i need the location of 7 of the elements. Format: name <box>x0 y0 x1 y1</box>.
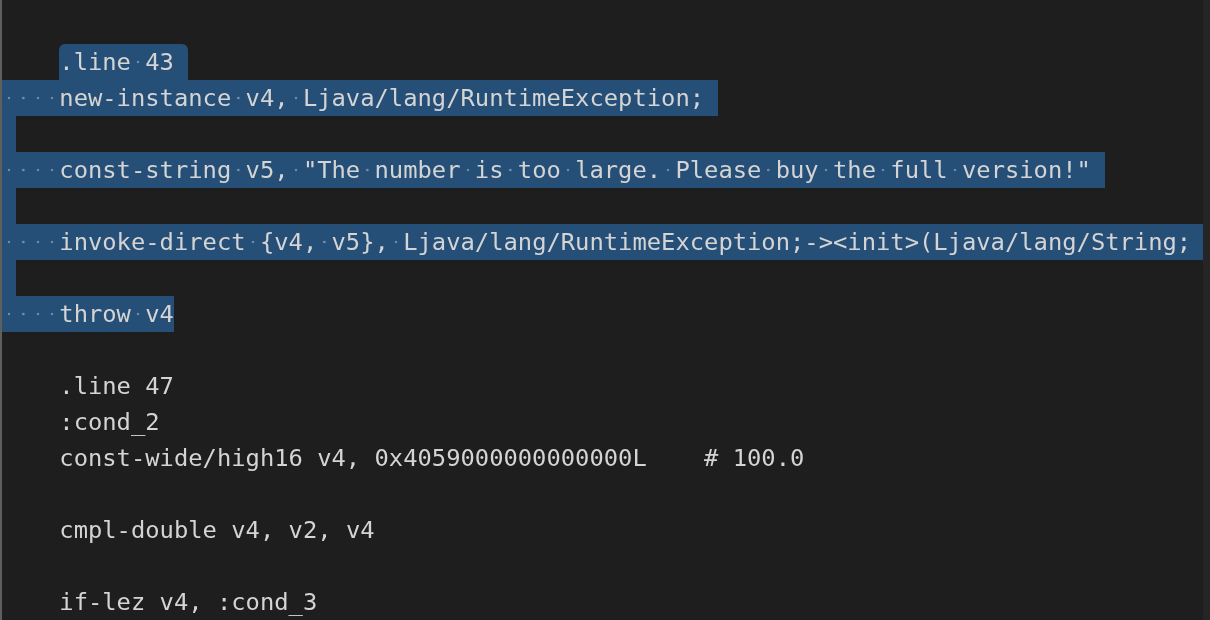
code-line: if-lez v4, :cond_3 <box>58 587 318 618</box>
code-line: cmpl-double v4, v2, v4 <box>58 515 375 546</box>
code-line: .line 47 <box>58 371 174 402</box>
scrollbar-track[interactable] <box>1203 0 1210 620</box>
code-line: :cond_2 <box>58 407 160 438</box>
code-editor[interactable] <box>0 0 1210 620</box>
code-line: const-wide/high16 v4, 0x4059000000000000L # 100.0 <box>58 443 805 474</box>
